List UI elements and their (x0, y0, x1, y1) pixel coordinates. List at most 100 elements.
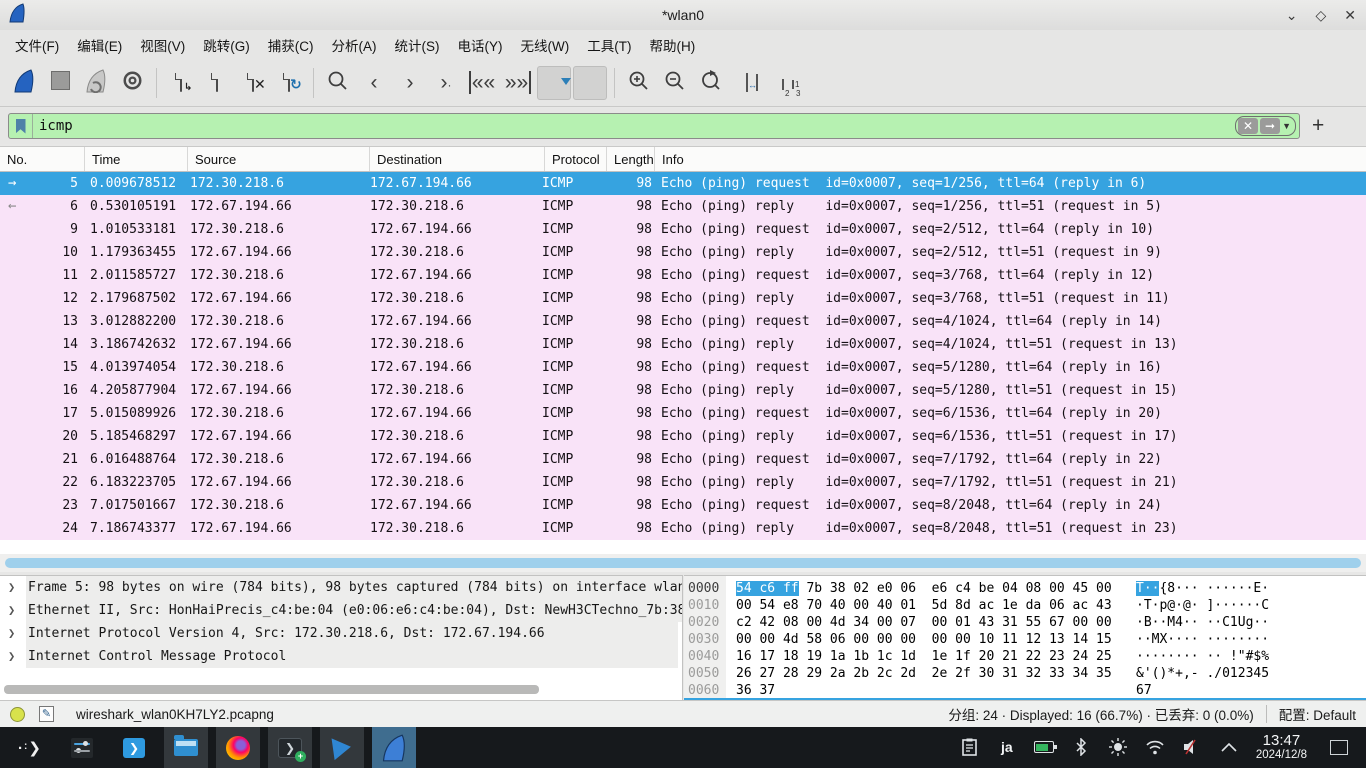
packet-row-20[interactable]: 205.185468297172.67.194.66172.30.218.6IC… (0, 425, 1366, 448)
menu-item-9[interactable]: 工具(T) (578, 31, 640, 59)
packet-row-21[interactable]: 216.016488764172.30.218.6172.67.194.66IC… (0, 448, 1366, 471)
vscode-icon[interactable] (320, 727, 364, 768)
minimize-button[interactable]: ⌄ (1286, 7, 1298, 24)
filter-clear-button[interactable]: ✕ (1238, 118, 1258, 134)
packet-row-9[interactable]: 91.010533181172.30.218.6172.67.194.66ICM… (0, 218, 1366, 241)
hex-row-0020[interactable]: 0020c2 42 08 00 4d 34 00 07 00 01 43 31 … (684, 614, 1366, 631)
reload-file-button[interactable]: ↻ (272, 66, 306, 100)
filter-dropdown-caret-icon[interactable]: ▼ (1282, 121, 1291, 131)
packet-row-10[interactable]: 101.179363455172.67.194.66172.30.218.6IC… (0, 241, 1366, 264)
filter-value[interactable]: icmp (33, 118, 73, 134)
wifi-icon[interactable] (1145, 737, 1165, 757)
column-header-no[interactable]: No. (0, 147, 85, 171)
system-settings-icon[interactable] (60, 727, 104, 768)
packet-row-6[interactable]: ←60.530105191172.67.194.66172.30.218.6IC… (0, 195, 1366, 218)
display-filter-input[interactable]: icmp ✕ ➞ ▼ (8, 113, 1300, 139)
menu-item-1[interactable]: 编辑(E) (68, 31, 131, 59)
go-forward-button[interactable]: › (393, 66, 427, 100)
terminal-icon[interactable]: ❯+ (268, 727, 312, 768)
find-packet-button[interactable] (321, 66, 355, 100)
volume-muted-icon[interactable] (1182, 737, 1202, 757)
show-desktop-button[interactable] (1330, 740, 1348, 755)
tray-expand-icon[interactable] (1219, 737, 1239, 757)
save-file-button[interactable] (200, 66, 234, 100)
detail-row-2[interactable]: ❯Internet Protocol Version 4, Src: 172.3… (0, 622, 682, 645)
column-header-time[interactable]: Time (85, 147, 188, 171)
wireshark-icon[interactable] (372, 727, 416, 768)
packet-row-13[interactable]: 133.012882200172.30.218.6172.67.194.66IC… (0, 310, 1366, 333)
menu-item-6[interactable]: 统计(S) (386, 31, 449, 59)
hex-row-0040[interactable]: 004016 17 18 19 1a 1b 1c 1d 1e 1f 20 21 … (684, 648, 1366, 665)
packet-row-14[interactable]: 143.186742632172.67.194.66172.30.218.6IC… (0, 333, 1366, 356)
column-header-protocol[interactable]: Protocol (545, 147, 607, 171)
firefox-icon[interactable] (216, 727, 260, 768)
clock[interactable]: 13:47 2024/12/8 (1256, 733, 1307, 762)
last-packet-button[interactable]: »» (501, 66, 535, 100)
hex-row-0030[interactable]: 003000 00 4d 58 06 00 00 00 00 00 10 11 … (684, 631, 1366, 648)
clipboard-icon[interactable] (960, 737, 980, 757)
menu-item-8[interactable]: 无线(W) (512, 31, 579, 59)
stop-capture-button[interactable] (43, 66, 77, 100)
close-file-button[interactable]: ✕ (236, 66, 270, 100)
expert-info-icon[interactable] (10, 707, 25, 722)
auto-scroll-button[interactable] (537, 66, 571, 100)
column-header-info[interactable]: Info (655, 147, 1366, 171)
menu-item-2[interactable]: 视图(V) (131, 31, 194, 59)
filter-add-button[interactable]: + (1312, 114, 1324, 138)
packet-row-24[interactable]: 247.186743377172.67.194.66172.30.218.6IC… (0, 517, 1366, 540)
column-header-length[interactable]: Length (607, 147, 655, 171)
packet-row-17[interactable]: 175.015089926172.30.218.6172.67.194.66IC… (0, 402, 1366, 425)
hex-row-0000[interactable]: 000054 c6 ff 7b 38 02 e0 06 e6 c4 be 04 … (684, 580, 1366, 597)
bluetooth-icon[interactable] (1071, 737, 1091, 757)
packet-row-12[interactable]: 122.179687502172.67.194.66172.30.218.6IC… (0, 287, 1366, 310)
resize-columns-button[interactable]: ↔ (730, 66, 764, 100)
go-back-button[interactable]: ‹ (357, 66, 391, 100)
app-launcher-icon[interactable]: ·:❯ (8, 727, 52, 768)
first-packet-button[interactable]: «« (465, 66, 499, 100)
restart-capture-button[interactable] (79, 66, 113, 100)
packet-row-23[interactable]: 237.017501667172.30.218.6172.67.194.66IC… (0, 494, 1366, 517)
close-button[interactable]: ✕ (1344, 7, 1356, 24)
filter-bookmark-button[interactable] (9, 114, 33, 138)
menu-item-3[interactable]: 跳转(G) (194, 31, 259, 59)
packet-list-hscrollbar[interactable] (0, 554, 1366, 572)
brightness-icon[interactable] (1108, 737, 1128, 757)
capture-options-button[interactable] (115, 66, 149, 100)
zoom-in-button[interactable] (622, 66, 656, 100)
input-method-indicator[interactable]: ja (997, 737, 1017, 757)
go-to-packet-button[interactable]: ›· (429, 66, 463, 100)
packet-row-15[interactable]: 154.013974054172.30.218.6172.67.194.66IC… (0, 356, 1366, 379)
displayed-columns-button[interactable]: 123 (766, 66, 800, 100)
expand-arrow-icon[interactable]: ❯ (8, 645, 15, 668)
column-header-destination[interactable]: Destination (370, 147, 545, 171)
hex-row-0060[interactable]: 006036 3767 (684, 682, 1366, 699)
expand-arrow-icon[interactable]: ❯ (8, 576, 15, 599)
menu-item-0[interactable]: 文件(F) (6, 31, 68, 59)
colorize-button[interactable] (573, 66, 607, 100)
menu-item-5[interactable]: 分析(A) (323, 31, 386, 59)
filter-apply-button[interactable]: ➞ (1260, 118, 1280, 134)
detail-row-0[interactable]: ❯Frame 5: 98 bytes on wire (784 bits), 9… (0, 576, 682, 599)
packet-row-22[interactable]: 226.183223705172.67.194.66172.30.218.6IC… (0, 471, 1366, 494)
file-manager-icon[interactable] (164, 727, 208, 768)
detail-row-3[interactable]: ❯Internet Control Message Protocol (0, 645, 682, 668)
detail-row-1[interactable]: ❯Ethernet II, Src: HonHaiPrecis_c4:be:04… (0, 599, 682, 622)
zoom-out-button[interactable] (658, 66, 692, 100)
menu-item-4[interactable]: 捕获(C) (259, 31, 323, 59)
column-header-source[interactable]: Source (188, 147, 370, 171)
hex-row-0050[interactable]: 005026 27 28 29 2a 2b 2c 2d 2e 2f 30 31 … (684, 665, 1366, 682)
menu-item-7[interactable]: 电话(Y) (449, 31, 512, 59)
zoom-reset-button[interactable] (694, 66, 728, 100)
discover-store-icon[interactable]: ❯ (112, 727, 156, 768)
expand-arrow-icon[interactable]: ❯ (8, 599, 15, 622)
capture-comment-icon[interactable]: ✎ (39, 706, 54, 722)
packet-row-16[interactable]: 164.205877904172.67.194.66172.30.218.6IC… (0, 379, 1366, 402)
battery-icon[interactable] (1034, 737, 1054, 757)
maximize-button[interactable]: ◇ (1315, 7, 1326, 24)
details-hscrollbar-thumb[interactable] (4, 685, 539, 694)
expand-arrow-icon[interactable]: ❯ (8, 622, 15, 645)
scrollbar-thumb[interactable] (5, 558, 1361, 568)
start-capture-button[interactable] (7, 66, 41, 100)
menu-item-10[interactable]: 帮助(H) (640, 31, 704, 59)
packet-row-11[interactable]: 112.011585727172.30.218.6172.67.194.66IC… (0, 264, 1366, 287)
